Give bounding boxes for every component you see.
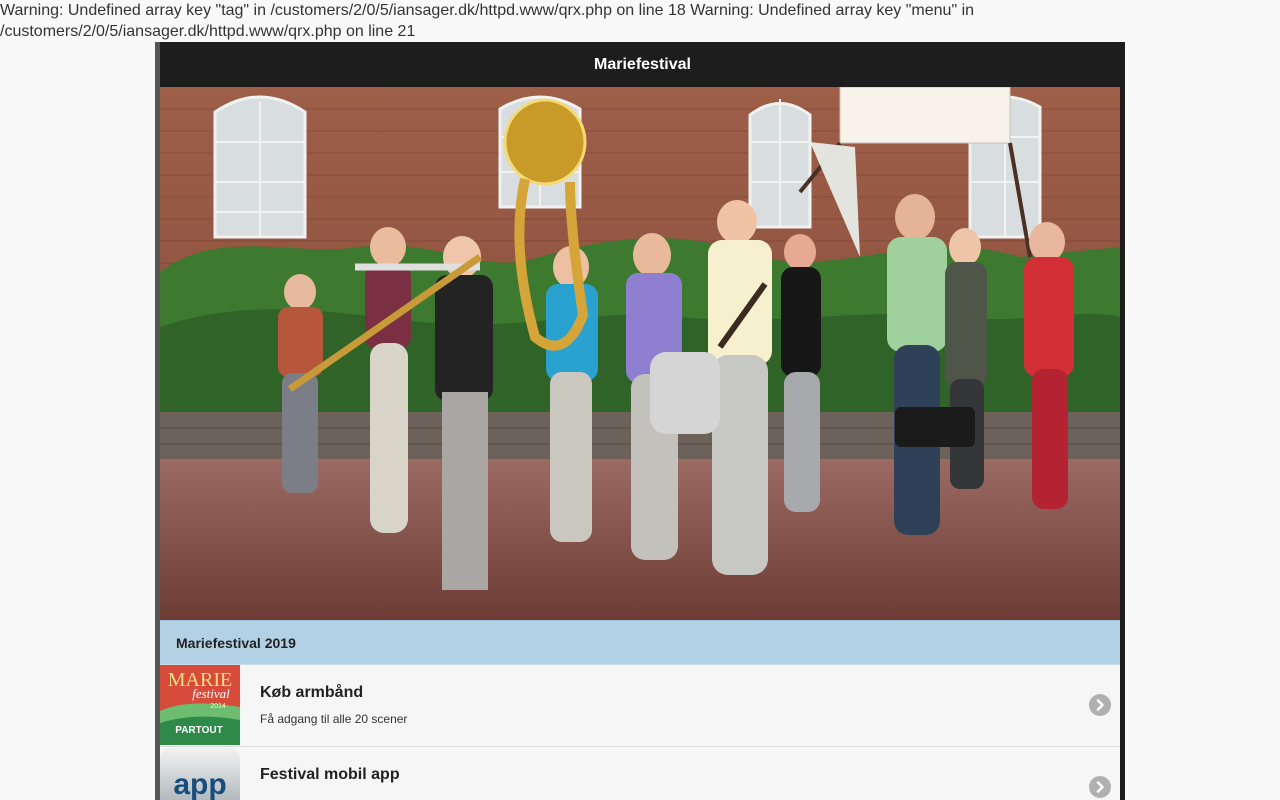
app-page: Mariefestival Mariefestival 2019 MARIE f… bbox=[155, 42, 1125, 800]
page-title: Mariefestival bbox=[594, 55, 691, 73]
section-heading: Mariefestival 2019 bbox=[160, 620, 1120, 665]
svg-text:app: app bbox=[173, 768, 226, 800]
hero-image bbox=[160, 87, 1120, 620]
chevron-right-icon[interactable] bbox=[1089, 694, 1111, 716]
app-thumbnail: app bbox=[160, 747, 240, 800]
php-warning-text: Warning: Undefined array key "tag" in /c… bbox=[0, 2, 975, 40]
buy-wristband-description: Få adgang til alle 20 scener bbox=[260, 712, 408, 726]
festival-parade-photo bbox=[160, 87, 1120, 620]
buy-wristband-list-item[interactable]: MARIE festival 2014 PARTOUT Køb armbånd … bbox=[160, 665, 1120, 747]
chevron-right-icon[interactable] bbox=[1089, 776, 1111, 798]
content-list: Mariefestival 2019 MARIE festival 2014 P… bbox=[160, 620, 1120, 800]
page-header: Mariefestival bbox=[160, 42, 1125, 87]
svg-text:PARTOUT: PARTOUT bbox=[175, 725, 222, 736]
festival-mobile-app-list-item[interactable]: app Festival mobil app bbox=[160, 747, 1120, 800]
wristband-thumbnail: MARIE festival 2014 PARTOUT bbox=[160, 665, 240, 745]
svg-text:festival: festival bbox=[192, 686, 230, 701]
svg-text:2014: 2014 bbox=[210, 703, 226, 710]
buy-wristband-title: Køb armbånd bbox=[260, 684, 364, 701]
festival-mobile-app-title: Festival mobil app bbox=[260, 766, 400, 783]
